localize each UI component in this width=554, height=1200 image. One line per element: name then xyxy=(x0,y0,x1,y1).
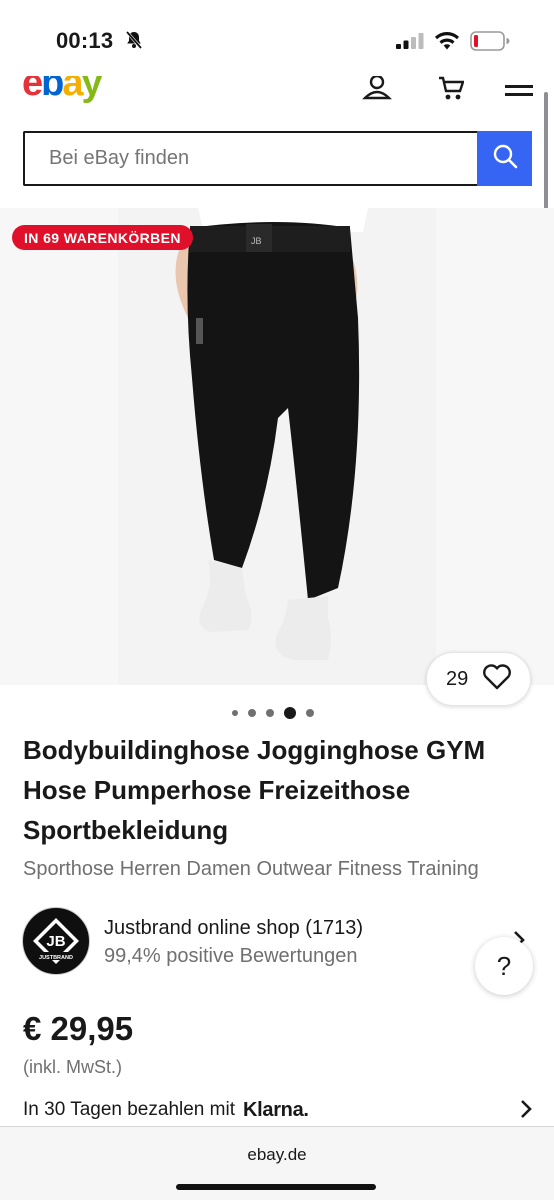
chevron-right-icon[interactable] xyxy=(519,1098,533,1125)
pagination-dot[interactable] xyxy=(306,709,314,717)
wifi-icon xyxy=(434,31,460,56)
status-bar: 00:13 xyxy=(0,0,554,80)
status-time: 00:13 xyxy=(56,28,114,53)
cart-count-badge: IN 69 WARENKÖRBEN xyxy=(12,225,193,250)
pagination-dot-active[interactable] xyxy=(284,707,296,719)
seller-avatar-text: JB xyxy=(46,933,65,950)
ebay-logo[interactable]: ebay xyxy=(22,76,103,105)
logo-letter-e: e xyxy=(22,76,43,104)
logo-letter-y: y xyxy=(81,76,103,104)
logo-letter-a: a xyxy=(62,76,83,104)
watch-button[interactable]: 29 xyxy=(426,652,531,706)
search-icon xyxy=(492,143,518,174)
klarna-text: In 30 Tagen bezahlen mit xyxy=(23,1099,235,1120)
logo-letter-b: b xyxy=(41,76,64,104)
svg-text:JB: JB xyxy=(251,236,262,246)
search-button[interactable] xyxy=(477,131,532,186)
home-indicator[interactable] xyxy=(176,1184,376,1190)
seller-avatar[interactable]: JB JUSTBRAND xyxy=(22,907,90,975)
seller-rating: 99,4% positive Bewertungen xyxy=(104,945,358,967)
url-text[interactable]: ebay.de xyxy=(0,1145,554,1165)
seller-avatar-subtext: JUSTBRAND xyxy=(39,955,73,961)
heart-icon xyxy=(482,663,512,695)
klarna-row[interactable]: In 30 Tagen bezahlen mit Klarna. xyxy=(23,1096,533,1124)
seller-name[interactable]: Justbrand online shop (1713) xyxy=(104,917,363,940)
klarna-logo: Klarna. xyxy=(242,1098,309,1121)
watch-count: 29 xyxy=(446,667,469,690)
listing-subtitle: Sporthose Herren Damen Outwear Fitness T… xyxy=(23,858,479,880)
battery-low-icon xyxy=(470,31,510,56)
cart-icon[interactable] xyxy=(438,76,465,107)
vat-note: (inkl. MwSt.) xyxy=(23,1057,122,1077)
account-icon[interactable] xyxy=(362,76,392,107)
menu-icon[interactable] xyxy=(505,76,533,105)
pagination-dot[interactable] xyxy=(266,709,274,717)
listing-title: Bodybuildinghose Jogginghose GYM Hose Pu… xyxy=(23,735,486,845)
signal-icon xyxy=(396,33,424,54)
pagination-dot[interactable] xyxy=(232,710,238,716)
pagination-dot[interactable] xyxy=(248,709,256,717)
bell-off-icon xyxy=(124,30,144,55)
gallery-pagination xyxy=(232,707,314,719)
product-image[interactable]: JB xyxy=(118,208,436,685)
app-header: ebay xyxy=(0,76,554,108)
image-gallery[interactable]: JB xyxy=(0,208,554,685)
search-input[interactable] xyxy=(25,133,478,184)
help-button[interactable]: ? xyxy=(475,937,533,995)
price: € 29,95 xyxy=(23,1010,134,1047)
search-bar xyxy=(23,131,478,186)
page-scrollbar[interactable] xyxy=(544,92,548,226)
